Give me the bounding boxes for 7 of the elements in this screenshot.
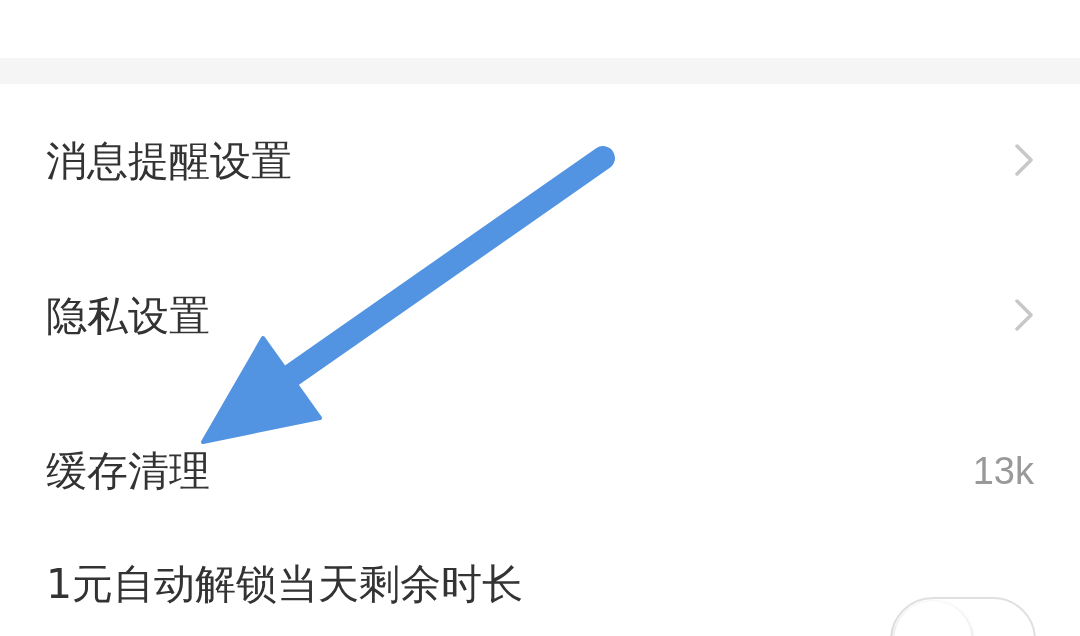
setting-value: 13k — [972, 450, 1034, 492]
setting-label[interactable]: 1元自动解锁当天剩余时长 — [46, 557, 524, 612]
setting-label[interactable]: 消息提醒设置 — [46, 134, 292, 189]
setting-label[interactable]: 缓存清理 — [46, 444, 210, 499]
setting-label[interactable]: 隐私设置 — [46, 289, 210, 344]
chevron-icon — [1014, 297, 1034, 332]
chevron-icon — [1014, 142, 1034, 177]
